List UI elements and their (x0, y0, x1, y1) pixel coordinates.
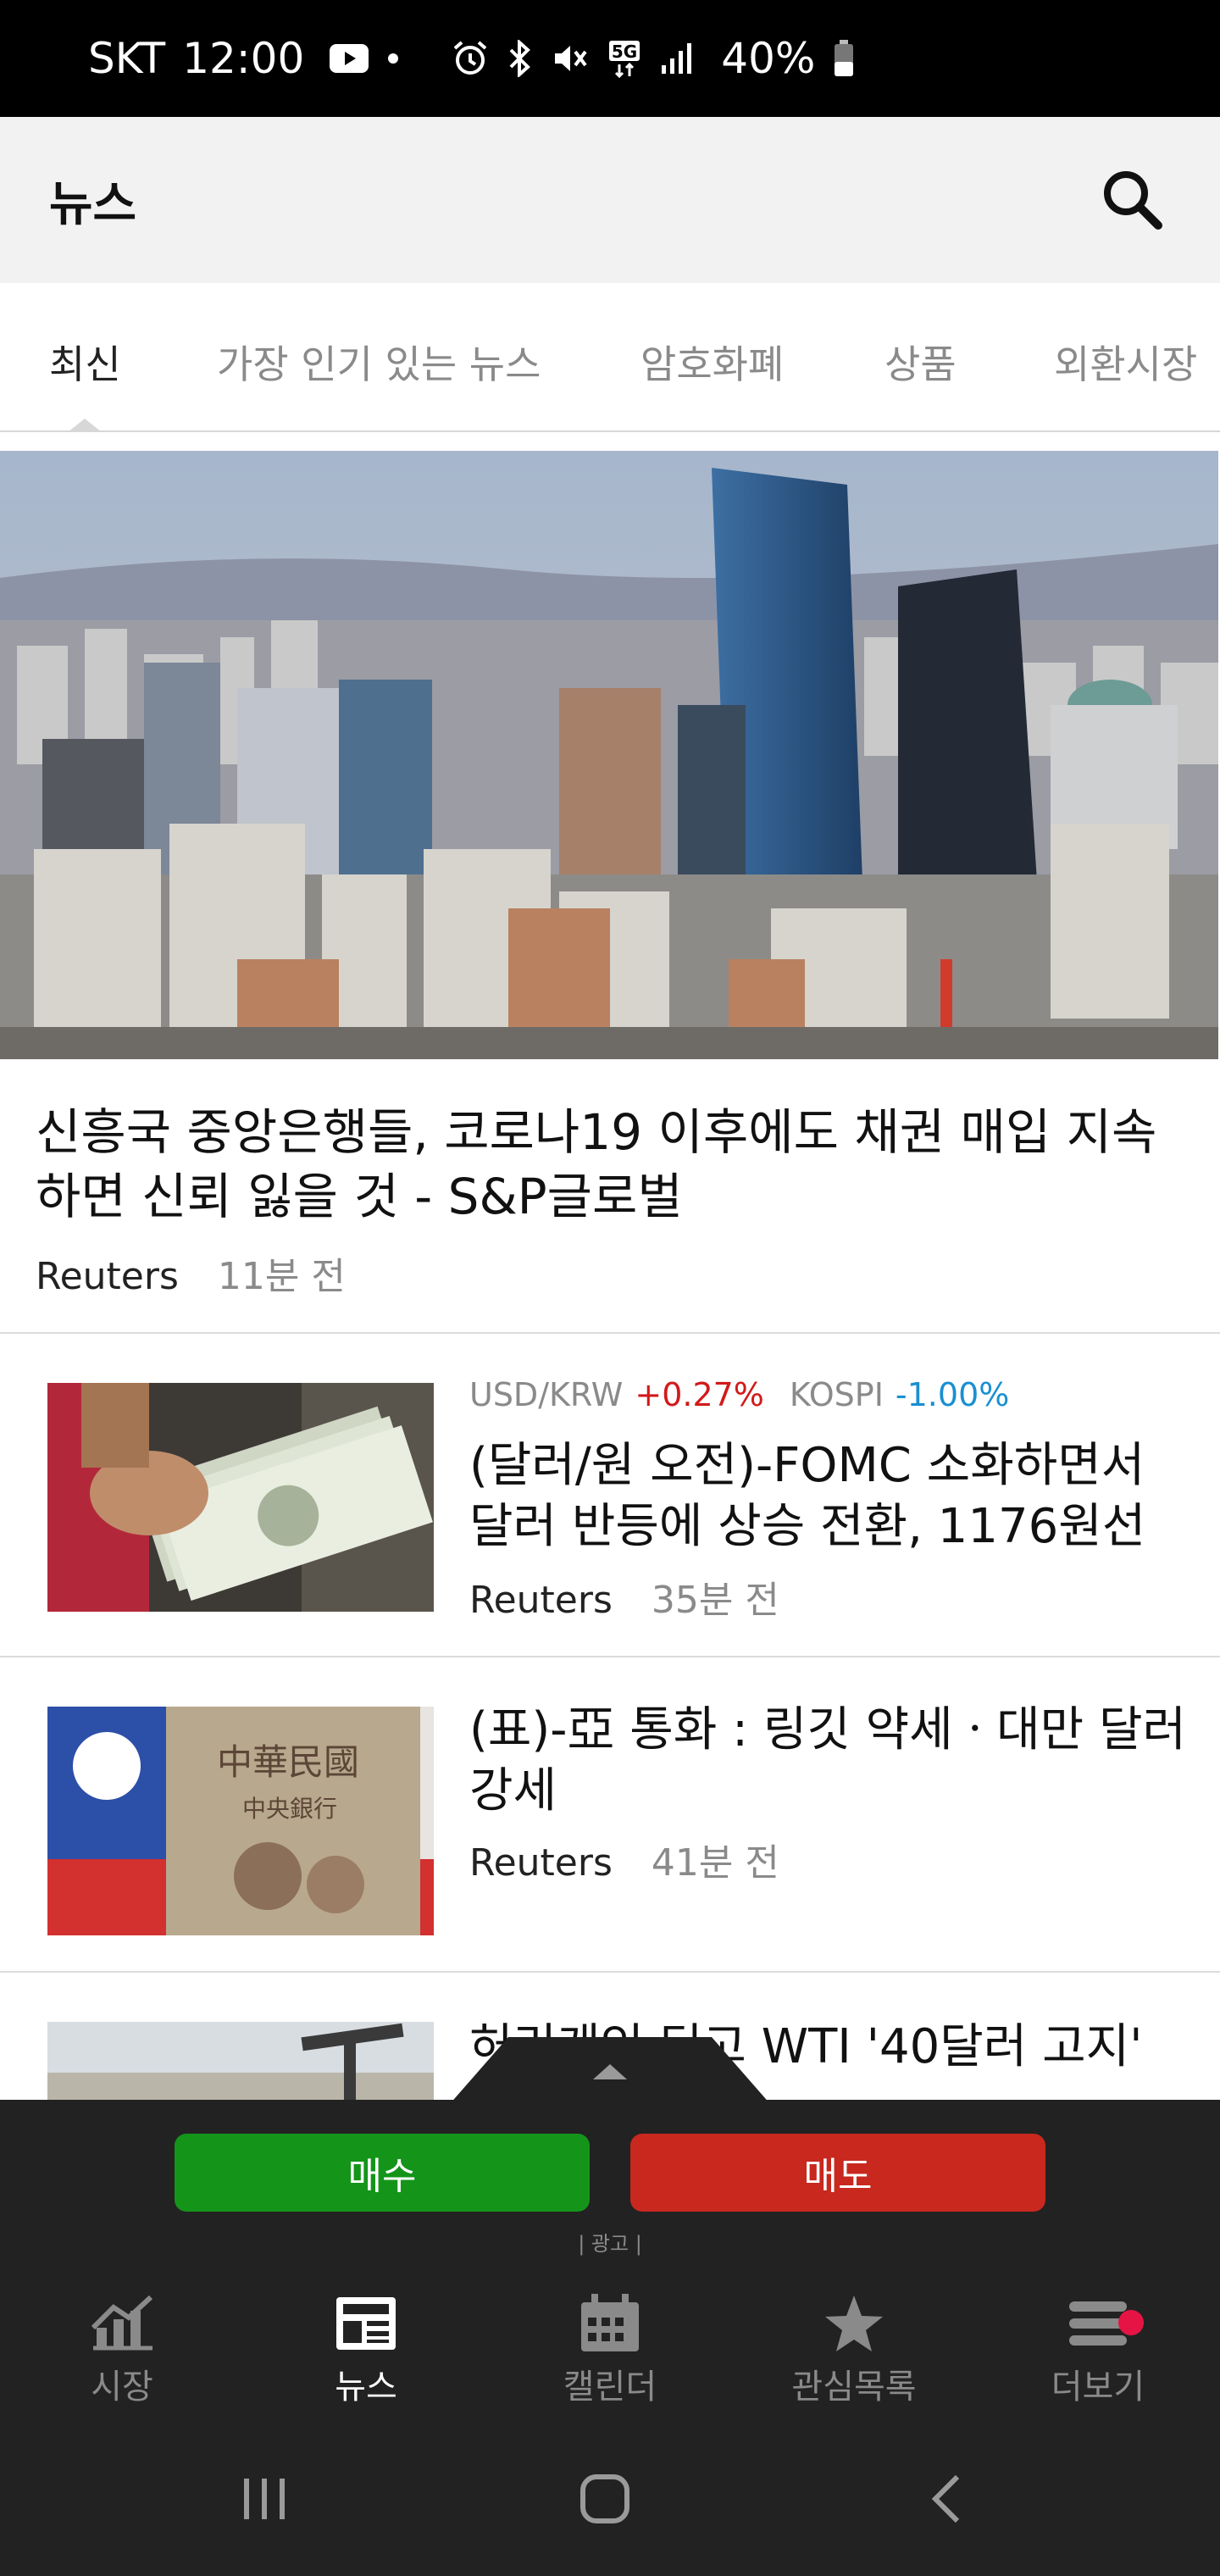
tab-commodities[interactable]: 상품 (884, 334, 957, 390)
mute-icon (552, 40, 589, 77)
hero-image[interactable] (0, 451, 1218, 1059)
article-headline[interactable]: (표)-亞 통화 : 링깃 약세ㆍ대만 달러 강세 (469, 1700, 1190, 1822)
battery-percent: 40% (721, 34, 816, 83)
tab-most-popular[interactable]: 가장 인기 있는 뉴스 (217, 334, 541, 390)
hero-source: Reuters (36, 1255, 179, 1298)
article-time: 41분 전 (651, 1841, 779, 1885)
search-icon[interactable] (1095, 162, 1171, 238)
battery-icon (834, 40, 854, 77)
divider (0, 1971, 1220, 1973)
active-tab-indicator (68, 419, 102, 432)
home-icon[interactable] (571, 2469, 639, 2529)
signal-icon (660, 42, 694, 75)
dot-icon (387, 53, 399, 64)
quote-symbol[interactable]: USD/KRW (469, 1376, 623, 1413)
back-icon[interactable] (912, 2469, 979, 2529)
hero-meta: Reuters 11분 전 (36, 1246, 346, 1300)
chart-icon (37, 2288, 207, 2359)
recent-apps-icon[interactable] (230, 2469, 298, 2529)
article-thumbnail-dollars[interactable] (47, 1383, 434, 1612)
news-category-tabs: 최신 가장 인기 있는 뉴스 암호화폐 상품 외환시장 (0, 283, 1220, 432)
nav-item-markets[interactable]: 시장 (37, 2288, 207, 2408)
nav-item-more[interactable]: 더보기 (1013, 2288, 1183, 2408)
notification-badge (1118, 2310, 1144, 2335)
page-title: 뉴스 (49, 176, 137, 232)
nav-item-calendar[interactable]: 캘린더 (525, 2288, 695, 2408)
sell-button[interactable]: 매도 (630, 2134, 1045, 2212)
app-header: 뉴스 (0, 117, 1220, 283)
star-icon (769, 2288, 939, 2359)
divider (0, 1656, 1220, 1657)
bottom-nav: 시장 뉴스 캘린더 관심목록 더보기 (0, 2271, 1220, 2420)
bluetooth-icon (507, 40, 533, 77)
nav-item-news[interactable]: 뉴스 (281, 2288, 451, 2408)
hero-headline[interactable]: 신흥국 중앙은행들, 코로나19 이후에도 채권 매입 지속하면 신뢰 잃을 것… (36, 1100, 1188, 1229)
nav-label: 캘린더 (563, 2368, 657, 2407)
youtube-icon (330, 44, 369, 73)
article-quote-line: USD/KRW +0.27% KOSPI -1.00% (469, 1376, 1009, 1413)
article-thumbnail-oil-pump[interactable] (47, 2022, 434, 2100)
clock: 12:00 (182, 34, 305, 83)
quote-change-negative: -1.00% (895, 1376, 1010, 1413)
alarm-icon (452, 40, 489, 77)
quote-symbol[interactable]: KOSPI (790, 1376, 884, 1413)
article-meta: Reuters 35분 전 (469, 1569, 779, 1624)
buy-button[interactable]: 매수 (175, 2134, 590, 2212)
nav-label: 관심목록 (791, 2368, 917, 2407)
newspaper-icon (281, 2288, 451, 2359)
svg-text:中華民國: 中華民國 (217, 1741, 359, 1783)
status-bar: SKT 12:00 5G 40% (0, 0, 1220, 117)
nav-item-watchlist[interactable]: 관심목록 (769, 2288, 939, 2408)
svg-text:中央銀行: 中央銀行 (242, 1795, 337, 1823)
svg-text:5G: 5G (612, 42, 637, 62)
article-meta: Reuters 41분 전 (469, 1832, 779, 1886)
hero-time: 11분 전 (217, 1255, 346, 1298)
status-icons: 5G 40% (330, 34, 854, 83)
divider (0, 1332, 1220, 1334)
tab-latest[interactable]: 최신 (49, 334, 121, 390)
article-source: Reuters (469, 1841, 613, 1885)
article-source: Reuters (469, 1579, 613, 1622)
ad-label: | 광고 | (578, 2232, 642, 2256)
trade-panel-toggle[interactable] (449, 2037, 771, 2105)
system-navigation-bar (0, 2420, 1220, 2576)
article-time: 35분 전 (651, 1579, 779, 1622)
nav-label: 더보기 (1051, 2368, 1145, 2407)
article-headline[interactable]: (달러/원 오전)-FOMC 소화하면서 달러 반등에 상승 전환, 1176원… (469, 1435, 1190, 1557)
tab-forex[interactable]: 외환시장 (1054, 334, 1197, 390)
menu-icon (1013, 2288, 1183, 2359)
tab-crypto[interactable]: 암호화폐 (640, 334, 784, 390)
calendar-icon (525, 2288, 695, 2359)
carrier-label: SKT (88, 34, 166, 83)
nav-label: 시장 (91, 2368, 153, 2407)
article-thumbnail-taiwan-dollar[interactable]: 中華民國 中央銀行 (47, 1707, 434, 1935)
quote-change-positive: +0.27% (635, 1376, 764, 1413)
nav-label: 뉴스 (335, 2368, 397, 2407)
5g-icon: 5G (607, 39, 641, 78)
